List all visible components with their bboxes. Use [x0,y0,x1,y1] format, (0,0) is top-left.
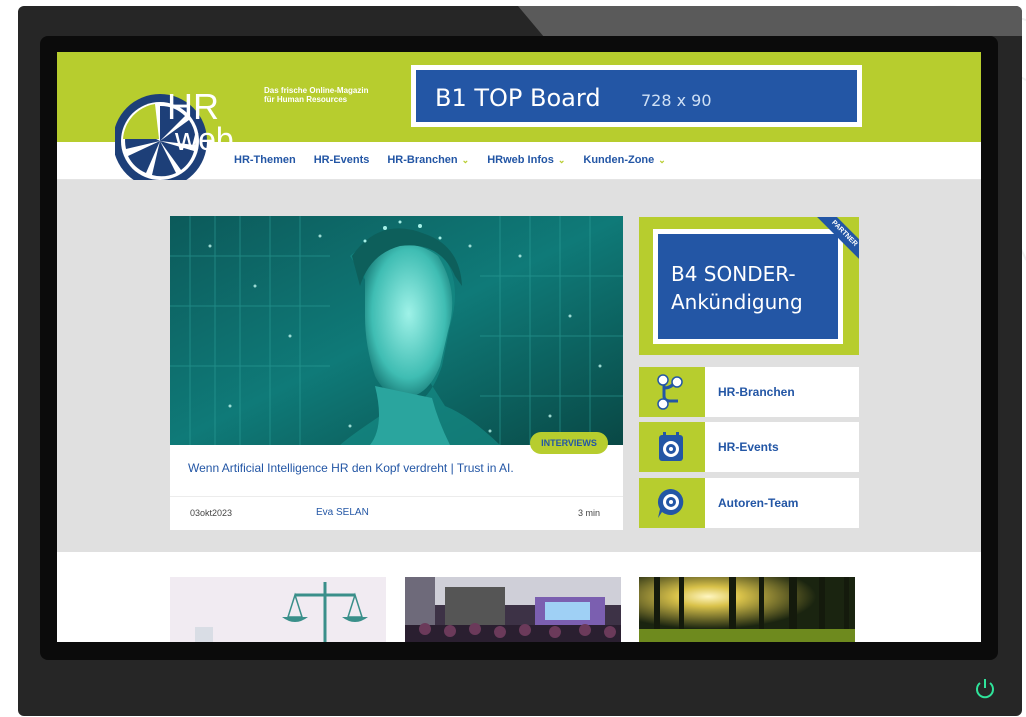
nav-item-hrweb-infos[interactable]: HRweb Infos ⌄ [487,154,565,166]
chevron-down-icon: ⌄ [557,154,566,165]
monitor-glare [518,6,1022,36]
article-author-link[interactable]: Eva SELAN [316,507,369,518]
top-board-size: 728 x 90 [641,91,712,110]
power-icon[interactable] [973,677,997,701]
nav-item-label: HRweb Infos [487,154,554,166]
nav-item-hr-events[interactable]: HR-Events [314,154,370,166]
top-board-ad[interactable]: B1 TOP Board 728 x 90 [411,65,862,127]
side-link-icon-box [639,367,705,417]
article-image-ai-head[interactable] [170,216,623,445]
category-badge[interactable]: INTERVIEWS [530,432,608,454]
main-nav: HR-Themen HR-Events HR-Branchen ⌄ HRweb I… [234,154,666,166]
sonder-ad-line: Ankündigung [671,290,803,314]
top-board-title: B1 TOP Board [435,84,601,112]
hrweb-logo[interactable]: HR web [115,79,255,191]
calendar-icon [659,432,683,461]
chevron-down-icon: ⌄ [658,154,666,165]
branch-icon [657,374,683,410]
chevron-down-icon: ⌄ [461,154,470,165]
nav-item-hr-branchen[interactable]: HR-Branchen ⌄ [387,154,469,166]
side-link-icon-box [639,478,705,528]
nav-item-label: Kunden-Zone [583,154,655,166]
nav-item-kunden-zone[interactable]: Kunden-Zone ⌄ [583,154,665,166]
side-link-icon-box [639,422,705,472]
side-link-label: HR-Events [718,440,779,454]
sonder-ad-line: B4 SONDER- [671,262,796,286]
teaser-image-forest[interactable] [639,577,855,642]
featured-section: INTERVIEWS Wenn Artificial Intelligence … [57,180,981,552]
teaser-image-scales[interactable] [170,577,386,642]
tagline-line: Das frische Online-Magazin [264,86,369,95]
article-title-link[interactable]: Wenn Artificial Intelligence HR den Kopf… [188,460,608,476]
divider [170,496,623,497]
featured-article-card[interactable]: INTERVIEWS Wenn Artificial Intelligence … [170,216,623,530]
teaser-image-conference[interactable] [405,577,621,642]
sonder-ad-box[interactable]: B4 SONDER- Ankündigung PARTNER [639,217,859,355]
chat-icon [657,488,684,518]
sonder-ad-content: B4 SONDER- Ankündigung [658,234,838,339]
nav-item-label: HR-Events [313,154,370,166]
side-link-label: Autoren-Team [718,496,799,510]
side-link-hr-events[interactable]: HR-Events [639,422,859,472]
article-read-time: 3 min [578,508,601,518]
sonder-ad-frame: B4 SONDER- Ankündigung [653,229,843,344]
nav-item-label: HR-Branchen [387,154,458,166]
site-tagline: Das frische Online-Magazin für Human Res… [264,86,424,104]
top-board-ad-inner: B1 TOP Board 728 x 90 [416,70,857,122]
article-date: 03okt2023 [190,508,233,518]
side-link-hr-branchen[interactable]: HR-Branchen [639,367,859,417]
tagline-line: für Human Resources [264,95,348,104]
website-screen: Das frische Online-Magazin für Human Res… [57,52,981,642]
logo-text-web: web [174,121,234,157]
side-link-autoren-team[interactable]: Autoren-Team [639,478,859,528]
side-link-label: HR-Branchen [718,385,795,399]
